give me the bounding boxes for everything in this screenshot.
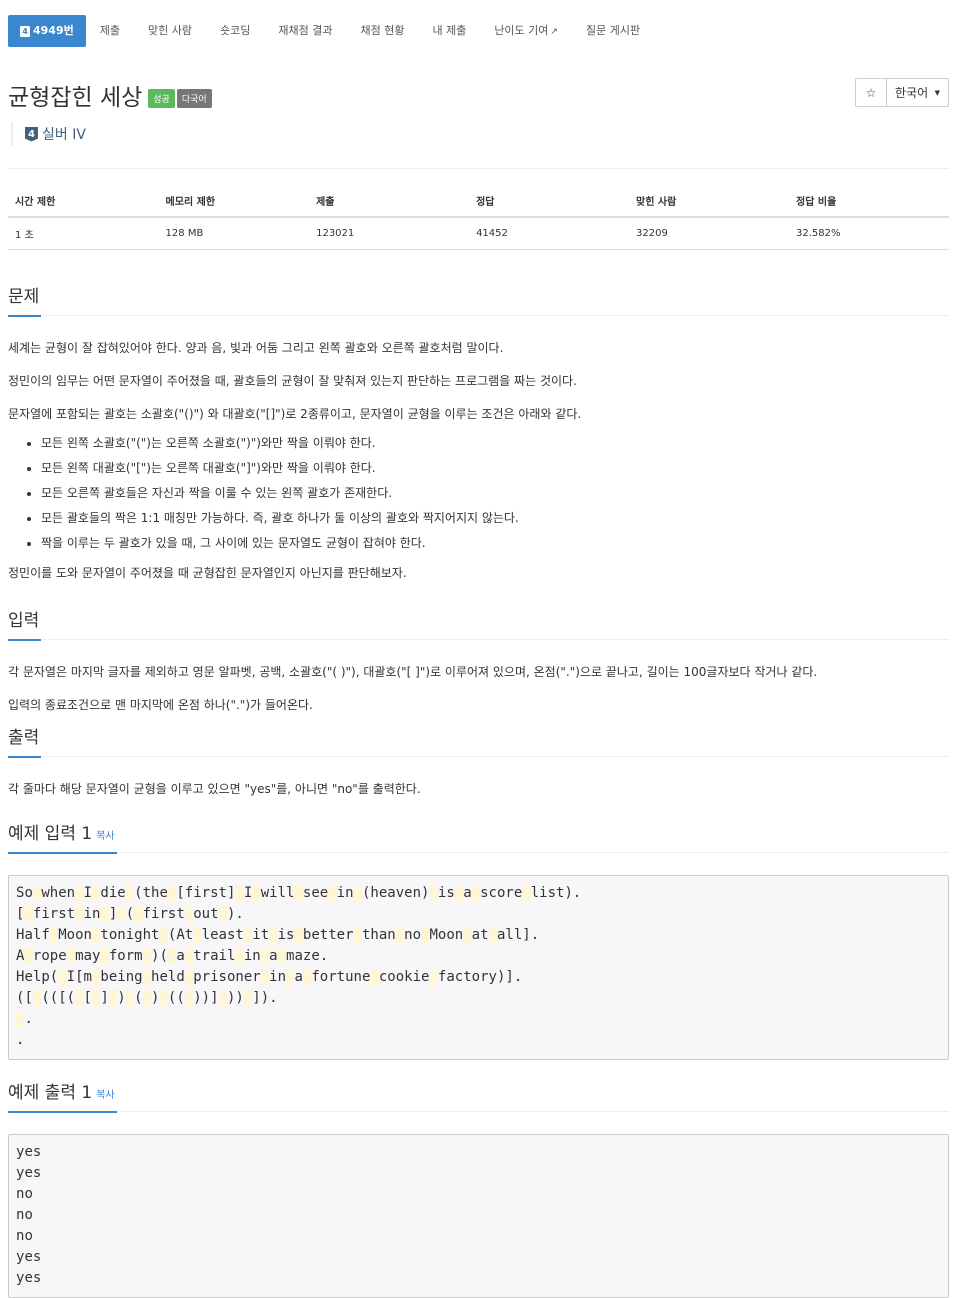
problem-title: 균형잡힌 세상	[8, 85, 143, 111]
sample-line: yes	[16, 1144, 42, 1160]
tab-my-submissions[interactable]: 내 제출	[418, 15, 480, 47]
sample-line: So when I die (the [first] I will see in…	[16, 885, 582, 901]
language-label: 한국어	[895, 86, 929, 100]
tier-label[interactable]: 실버 IV	[42, 124, 86, 144]
tab-rejudge-results[interactable]: 재채점 결과	[264, 15, 346, 47]
tier-line: 4 실버 IV	[11, 122, 949, 146]
value-submissions: 123021	[309, 217, 470, 250]
copy-sample-input-button[interactable]: 복사	[96, 831, 114, 842]
language-dropdown[interactable]: 한국어 ▼	[887, 78, 949, 107]
list-item: 모든 왼쪽 소괄호("(")는 오른쪽 소괄호(")")와만 짝을 이뤄야 한다…	[41, 435, 949, 451]
header-solved-users: 맞힌 사람	[629, 185, 789, 218]
sample-line: .	[16, 1032, 25, 1048]
input-section-header: 입력	[8, 606, 949, 641]
problem-paragraph: 세계는 균형이 잘 잡혀있어야 한다. 양과 음, 빛과 어둠 그리고 왼쪽 괄…	[8, 341, 504, 355]
problem-paragraph: 문자열에 포함되는 괄호는 소괄호("()") 와 대괄호("[]")로 2종류…	[8, 407, 582, 421]
success-badge: 성공	[148, 88, 175, 108]
input-description: 각 문자열은 마지막 글자를 제외하고 영문 알파벳, 공백, 소괄호("( )…	[8, 664, 949, 713]
list-item: 모든 오른쪽 괄호들은 자신과 짝을 이룰 수 있는 왼쪽 괄호가 존재한다.	[41, 485, 949, 501]
value-accept-ratio: 32.582%	[789, 217, 949, 250]
tier-icon: 4	[20, 26, 30, 37]
divider	[8, 168, 949, 169]
sample-output-header: 예제 출력 1 복사	[8, 1078, 949, 1113]
copy-sample-output-button[interactable]: 복사	[96, 1090, 114, 1101]
tab-difficulty-contribution[interactable]: 난이도 기여 ↗	[480, 15, 572, 47]
header-accept-ratio: 정답 비율	[789, 185, 949, 218]
section-title-output: 출력	[8, 723, 42, 758]
star-button[interactable]: ☆	[855, 78, 887, 107]
sample-line: [ first in ] ( first out ).	[16, 906, 244, 922]
tab-submit[interactable]: 제출	[86, 15, 134, 47]
rules-list: 모든 왼쪽 소괄호("(")는 오른쪽 소괄호(")")와만 짝을 이뤄야 한다…	[8, 435, 949, 551]
problem-closing: 정민이를 도와 문자열이 주어졌을 때 균형잡힌 문자열인지 아닌지를 판단해보…	[8, 566, 407, 580]
sample-line: no	[16, 1228, 33, 1244]
tab-judge-status[interactable]: 채점 현황	[346, 15, 418, 47]
problem-section-header: 문제	[8, 282, 949, 317]
sample-output-block[interactable]: yes yes no no no yes yes	[8, 1134, 949, 1298]
sample-line: yes	[16, 1270, 42, 1286]
sample-input-block[interactable]: So when I die (the [first] I will see in…	[8, 875, 949, 1060]
tab-problem[interactable]: 4 4949번	[8, 15, 86, 47]
external-link-icon: ↗	[550, 27, 558, 37]
sample-line: yes	[16, 1249, 42, 1265]
sample-line: yes	[16, 1165, 42, 1181]
table-header-row: 시간 제한 메모리 제한 제출 정답 맞힌 사람 정답 비율	[8, 185, 949, 218]
caret-down-icon: ▼	[934, 88, 940, 97]
sample-input-header: 예제 입력 1 복사	[8, 819, 949, 854]
input-paragraph: 각 문자열은 마지막 글자를 제외하고 영문 알파벳, 공백, 소괄호("( )…	[8, 665, 818, 679]
output-description: 각 줄마다 해당 문자열이 균형을 이루고 있으면 "yes"를, 아니면 "n…	[8, 781, 949, 797]
sample-line: .	[16, 1011, 33, 1027]
sample-output-title: 예제 출력 1	[8, 1083, 93, 1103]
list-item: 모든 왼쪽 대괄호("[")는 오른쪽 대괄호("]")와만 짝을 이뤄야 한다…	[41, 460, 949, 476]
input-paragraph: 입력의 종료조건으로 맨 마지막에 온점 하나(".")가 들어온다.	[8, 698, 313, 712]
value-time-limit: 1 초	[8, 217, 159, 250]
tier-badge-icon: 4	[25, 126, 38, 142]
sample-line: A rope may form )( a trail in a maze.	[16, 948, 329, 964]
value-accepted: 41452	[469, 217, 630, 250]
sample-line: ([ (([( [ ] ) ( ) (( ))] )) ]).	[16, 990, 278, 1006]
multilang-badge: 다국어	[176, 88, 212, 108]
sample-line: no	[16, 1207, 33, 1223]
list-item: 짝을 이루는 두 괄호가 있을 때, 그 사이에 있는 문자열도 균형이 잡혀야…	[41, 535, 949, 551]
problem-description: 세계는 균형이 잘 잡혀있어야 한다. 양과 음, 빛과 어둠 그리고 왼쪽 괄…	[8, 340, 949, 581]
section-title-sample-input: 예제 입력 1 복사	[8, 819, 117, 854]
value-memory-limit: 128 MB	[158, 217, 310, 250]
header-accepted: 정답	[469, 185, 630, 218]
header-time-limit: 시간 제한	[8, 185, 159, 218]
sample-line: Half Moon tonight (At least it is better…	[16, 927, 540, 943]
value-solved-users: 32209	[629, 217, 789, 250]
sample-line: Help( I[m being held prisoner in a fortu…	[16, 969, 523, 985]
section-title-sample-output: 예제 출력 1 복사	[8, 1078, 117, 1113]
tab-question-board[interactable]: 질문 게시판	[572, 15, 654, 47]
sample-input-title: 예제 입력 1	[8, 824, 93, 844]
problem-menu-tabs: 4 4949번 제출 맞힌 사람 숏코딩 재채점 결과 채점 현황 내 제출 난이…	[8, 10, 949, 52]
header-submissions: 제출	[309, 185, 470, 218]
tab-solved-users[interactable]: 맞힌 사람	[134, 15, 206, 47]
tab-problem-label: 4949번	[33, 24, 74, 37]
tab-difficulty-label: 난이도 기여	[494, 24, 549, 37]
output-paragraph: 각 줄마다 해당 문자열이 균형을 이루고 있으면 "yes"를, 아니면 "n…	[8, 782, 421, 796]
list-item: 모든 괄호들의 짝은 1:1 매칭만 가능하다. 즉, 괄호 하나가 둘 이상의…	[41, 510, 949, 526]
section-title-input: 입력	[8, 606, 42, 641]
tab-short-coding[interactable]: 숏코딩	[206, 15, 264, 47]
title-row: 균형잡힌 세상 성공 다국어 ☆ 한국어 ▼	[8, 78, 949, 116]
title-controls: ☆ 한국어 ▼	[855, 78, 949, 107]
sample-line: no	[16, 1186, 33, 1202]
section-title-problem: 문제	[8, 282, 42, 317]
output-section-header: 출력	[8, 723, 949, 758]
table-row: 1 초 128 MB 123021 41452 32209 32.582%	[8, 217, 949, 250]
problem-info-table: 시간 제한 메모리 제한 제출 정답 맞힌 사람 정답 비율 1 초 128 M…	[8, 185, 949, 250]
header-memory-limit: 메모리 제한	[158, 185, 310, 218]
problem-paragraph: 정민이의 임무는 어떤 문자열이 주어졌을 때, 괄호들의 균형이 잘 맞춰져 …	[8, 374, 577, 388]
